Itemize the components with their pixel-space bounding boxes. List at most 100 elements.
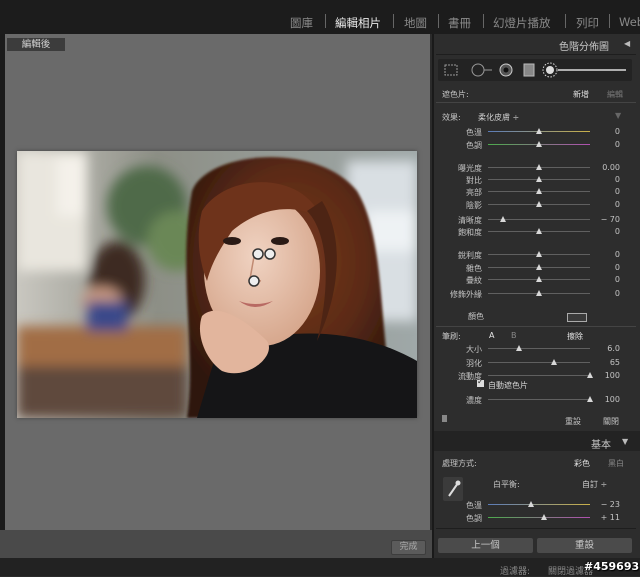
auto-mask-label: 自動遮色片 bbox=[488, 381, 528, 390]
treatment-bw-button[interactable]: 黑白 bbox=[608, 458, 624, 469]
toolbar bbox=[0, 530, 432, 558]
treatment-color-button[interactable]: 彩色 bbox=[574, 458, 590, 469]
spot-removal-icon[interactable] bbox=[470, 62, 494, 78]
mask-new-button[interactable]: 新增 bbox=[573, 89, 589, 100]
module-develop[interactable]: 編輯相片 bbox=[335, 15, 381, 31]
slider-track[interactable] bbox=[488, 517, 590, 518]
slider-value[interactable]: 65 bbox=[590, 358, 620, 367]
slider-value[interactable]: 0 bbox=[590, 275, 620, 284]
module-library[interactable]: 圖庫 bbox=[290, 15, 313, 31]
brush-b-button[interactable]: B bbox=[511, 331, 517, 340]
slider-value[interactable]: 100 bbox=[590, 371, 620, 380]
reset-all-button[interactable]: 重設 bbox=[537, 538, 632, 553]
color-label: 顏色 bbox=[468, 312, 484, 321]
wb-dropdown[interactable]: 自訂 ÷ bbox=[582, 479, 607, 490]
previous-button[interactable]: 上一個 bbox=[438, 538, 533, 553]
slider-thumb[interactable] bbox=[541, 514, 548, 520]
divider bbox=[436, 326, 636, 327]
slider-value[interactable]: − 70 bbox=[590, 215, 620, 224]
filter-label: 過濾器: bbox=[500, 567, 531, 577]
slider-thumb[interactable] bbox=[515, 345, 522, 351]
slider-value[interactable]: 0.00 bbox=[590, 163, 620, 172]
histogram-title[interactable]: 色階分佈圖 bbox=[559, 38, 609, 53]
watermark: #459693 bbox=[584, 560, 640, 573]
module-print[interactable]: 列印 bbox=[576, 15, 599, 31]
slider-track[interactable] bbox=[488, 348, 590, 349]
collapse-triangle-icon[interactable]: ◀ bbox=[624, 39, 630, 48]
slider-value[interactable]: 0 bbox=[590, 289, 620, 298]
mask-edit-button[interactable]: 編輯 bbox=[607, 89, 623, 100]
module-separator bbox=[438, 14, 439, 28]
slider-value[interactable]: 0 bbox=[590, 263, 620, 272]
slider-value[interactable]: 0 bbox=[590, 227, 620, 236]
wb-value: 自訂 bbox=[582, 480, 598, 489]
basic-panel-title[interactable]: 基本 bbox=[591, 436, 611, 451]
slider-thumb[interactable] bbox=[500, 216, 507, 222]
slider-value[interactable]: 0 bbox=[590, 127, 620, 136]
slider-thumb[interactable] bbox=[536, 201, 542, 207]
slider-value[interactable]: 0 bbox=[590, 187, 620, 196]
module-separator bbox=[609, 14, 610, 28]
effect-label: 效果: bbox=[442, 113, 461, 122]
slider-value[interactable]: 0 bbox=[590, 140, 620, 149]
slider-thumb[interactable] bbox=[527, 501, 534, 507]
effect-value: 柔化皮膚 bbox=[478, 113, 510, 122]
brush-reset-button[interactable]: 重設 bbox=[565, 416, 581, 427]
view-label: 編輯後 bbox=[7, 38, 65, 51]
auto-mask-checkbox[interactable]: ✓ bbox=[477, 377, 484, 387]
slider-value[interactable]: − 23 bbox=[590, 500, 620, 509]
mask-toggle-switch[interactable] bbox=[442, 415, 447, 422]
slider-track[interactable] bbox=[488, 362, 590, 363]
slider-thumb[interactable] bbox=[536, 276, 542, 282]
divider bbox=[436, 54, 636, 55]
slider-value[interactable]: 0 bbox=[590, 175, 620, 184]
module-separator bbox=[393, 14, 394, 28]
module-book[interactable]: 書冊 bbox=[448, 15, 471, 31]
slider-value[interactable]: 0 bbox=[590, 250, 620, 259]
slider-track[interactable] bbox=[488, 399, 590, 400]
crop-overlay-icon[interactable] bbox=[444, 64, 458, 76]
slider-thumb[interactable] bbox=[536, 264, 542, 270]
slider-track[interactable] bbox=[488, 504, 590, 505]
module-separator bbox=[565, 14, 566, 28]
module-picker-bar: 圖庫 編輯相片 地圖 書冊 幻燈片播放 列印 Web bbox=[0, 0, 640, 34]
portrait-photo bbox=[17, 151, 417, 418]
slider-value[interactable]: 0 bbox=[590, 200, 620, 209]
slider-thumb[interactable] bbox=[536, 290, 542, 296]
slider-thumb[interactable] bbox=[536, 188, 542, 194]
module-separator bbox=[483, 14, 484, 28]
divider bbox=[436, 528, 636, 529]
slider-thumb[interactable] bbox=[536, 228, 542, 234]
adjustment-brush-icon[interactable] bbox=[542, 61, 630, 79]
slider-value[interactable]: 100 bbox=[590, 395, 620, 404]
brush-a-button[interactable]: A bbox=[489, 331, 494, 340]
done-button[interactable]: 完成 bbox=[391, 540, 426, 555]
slider-thumb[interactable] bbox=[536, 251, 542, 257]
red-eye-icon[interactable] bbox=[498, 62, 514, 78]
effect-dropdown[interactable]: 柔化皮膚 ÷ bbox=[478, 112, 519, 123]
white-balance-eyedropper-icon[interactable] bbox=[443, 477, 463, 501]
slider-thumb[interactable] bbox=[536, 128, 542, 134]
wb-label: 白平衡: bbox=[493, 480, 520, 489]
basic-disclosure-icon[interactable]: ▼ bbox=[622, 437, 628, 446]
slider-track[interactable] bbox=[488, 375, 590, 376]
slider-value[interactable]: 6.0 bbox=[590, 344, 620, 353]
treatment-label: 處理方式: bbox=[442, 459, 477, 468]
module-map[interactable]: 地圖 bbox=[404, 15, 427, 31]
mask-label: 遮色片: bbox=[442, 90, 469, 99]
color-swatch[interactable] bbox=[567, 313, 587, 322]
module-slideshow[interactable]: 幻燈片播放 bbox=[493, 15, 551, 31]
brush-erase-button[interactable]: 擦除 bbox=[567, 331, 583, 342]
brush-close-button[interactable]: 關閉 bbox=[603, 416, 619, 427]
slider-value[interactable]: + 11 bbox=[590, 513, 620, 522]
photo-preview[interactable] bbox=[17, 151, 417, 418]
module-web[interactable]: Web bbox=[619, 15, 640, 29]
slider-thumb[interactable] bbox=[536, 164, 542, 170]
graduated-filter-icon[interactable] bbox=[522, 62, 536, 78]
effect-disclosure-icon[interactable]: ▼ bbox=[615, 111, 621, 120]
panel-border bbox=[432, 34, 434, 558]
slider-thumb[interactable] bbox=[536, 176, 542, 182]
slider-thumb[interactable] bbox=[551, 359, 558, 365]
module-separator bbox=[325, 14, 326, 28]
slider-thumb[interactable] bbox=[536, 141, 542, 147]
